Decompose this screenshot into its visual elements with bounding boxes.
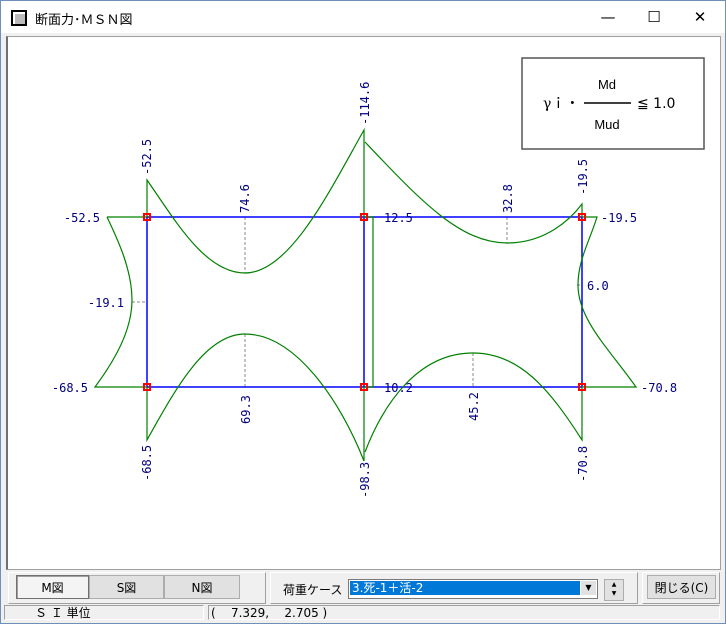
close-button[interactable]: 閉じる(C) [647, 575, 716, 599]
formula-box: γｉ・ Md Mud ≦ 1.0 [521, 57, 705, 150]
label-bottom-right-vertical: -70.8 [576, 446, 590, 482]
label-bottom-mid-vertical: -98.3 [358, 462, 372, 498]
label-bottom-left-vertical: -68.5 [140, 445, 154, 481]
chevron-down-icon[interactable]: ▼ [581, 581, 596, 595]
load-case-select[interactable]: 3.死-1＋活-2 ▼ [348, 579, 598, 599]
m-diagram-button[interactable]: M図 [16, 575, 89, 599]
load-case-label: 荷重ケース [283, 583, 343, 597]
label-bottom-mid-right: 10.2 [384, 381, 413, 395]
label-bottom-left-span: 69.3 [239, 395, 253, 424]
label-top-left-vertical: -52.5 [140, 139, 154, 175]
label-right-column-mid: 6.0 [587, 279, 609, 293]
moment-diagram [93, 127, 638, 462]
label-bottom-left-end: -68.5 [52, 381, 88, 395]
label-top-right-span: 32.8 [501, 184, 515, 213]
label-bottom-right-span: 45.2 [467, 392, 481, 421]
formula-denominator: Mud [594, 117, 619, 132]
label-top-mid-right: 12.5 [384, 211, 413, 225]
bottom-toolbar: M図 S図 N図 荷重ケース 3.死-1＋活-2 ▼ ▲ ▼ 閉じる(C) [6, 570, 720, 604]
formula-lhs: γｉ・ [543, 96, 579, 112]
label-bottom-right-end: -70.8 [641, 381, 677, 395]
label-left-column-mid: -19.1 [88, 296, 124, 310]
label-top-right-vertical: -19.5 [576, 159, 590, 195]
formula-rhs: ≦ 1.0 [637, 96, 675, 112]
label-top-left-span: 74.6 [238, 184, 252, 213]
label-top-right-end: -19.5 [601, 211, 637, 225]
label-top-mid-vertical: -114.6 [358, 82, 372, 125]
msn-diagram: γｉ・ Md Mud ≦ 1.0 -52.5 12.5 -19.5 -19.1 … [52, 57, 705, 498]
n-diagram-button[interactable]: N図 [164, 575, 240, 599]
load-case-spinner[interactable]: ▲ ▼ [604, 579, 624, 601]
load-case-value: 3.死-1＋活-2 [349, 580, 581, 596]
status-units: Ｓ Ｉ 単位 [4, 605, 204, 620]
label-top-left-end: -52.5 [64, 211, 100, 225]
s-diagram-button[interactable]: S図 [89, 575, 164, 599]
status-bar: Ｓ Ｉ 単位 ( 7.329, 2.705 ) [2, 605, 722, 621]
status-coords: ( 7.329, 2.705 ) [208, 605, 720, 620]
formula-numerator: Md [598, 77, 616, 92]
